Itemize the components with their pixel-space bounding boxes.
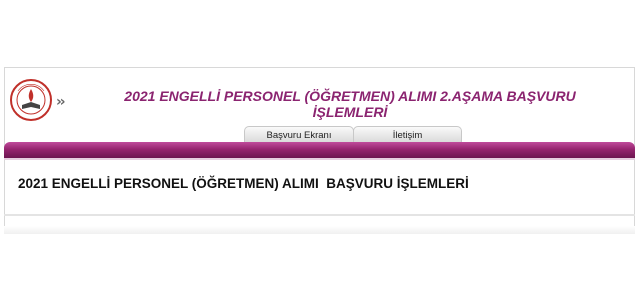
tab-basvuru-ekrani[interactable]: Başvuru Ekranı [244,126,354,143]
nav-bar [4,142,635,158]
page-title: 2021 ENGELLİ PERSONEL (ÖĞRETMEN) ALIMI 2… [90,88,610,120]
page-title-line-2: İŞLEMLERİ [312,104,388,120]
content-divider [4,214,635,216]
tab-iletisim[interactable]: İletişim [353,126,462,143]
page-title-line-1: 2021 ENGELLİ PERSONEL (ÖĞRETMEN) ALIMI 2… [124,88,576,104]
content-heading: 2021 ENGELLİ PERSONEL (ÖĞRETMEN) ALIMI B… [18,176,469,191]
divider [4,158,635,160]
meb-emblem-icon [10,79,52,121]
frame-bottom [4,226,635,234]
page: ›› 2021 ENGELLİ PERSONEL (ÖĞRETMEN) ALIM… [0,0,639,290]
double-chevron-right-icon: ›› [56,94,65,110]
